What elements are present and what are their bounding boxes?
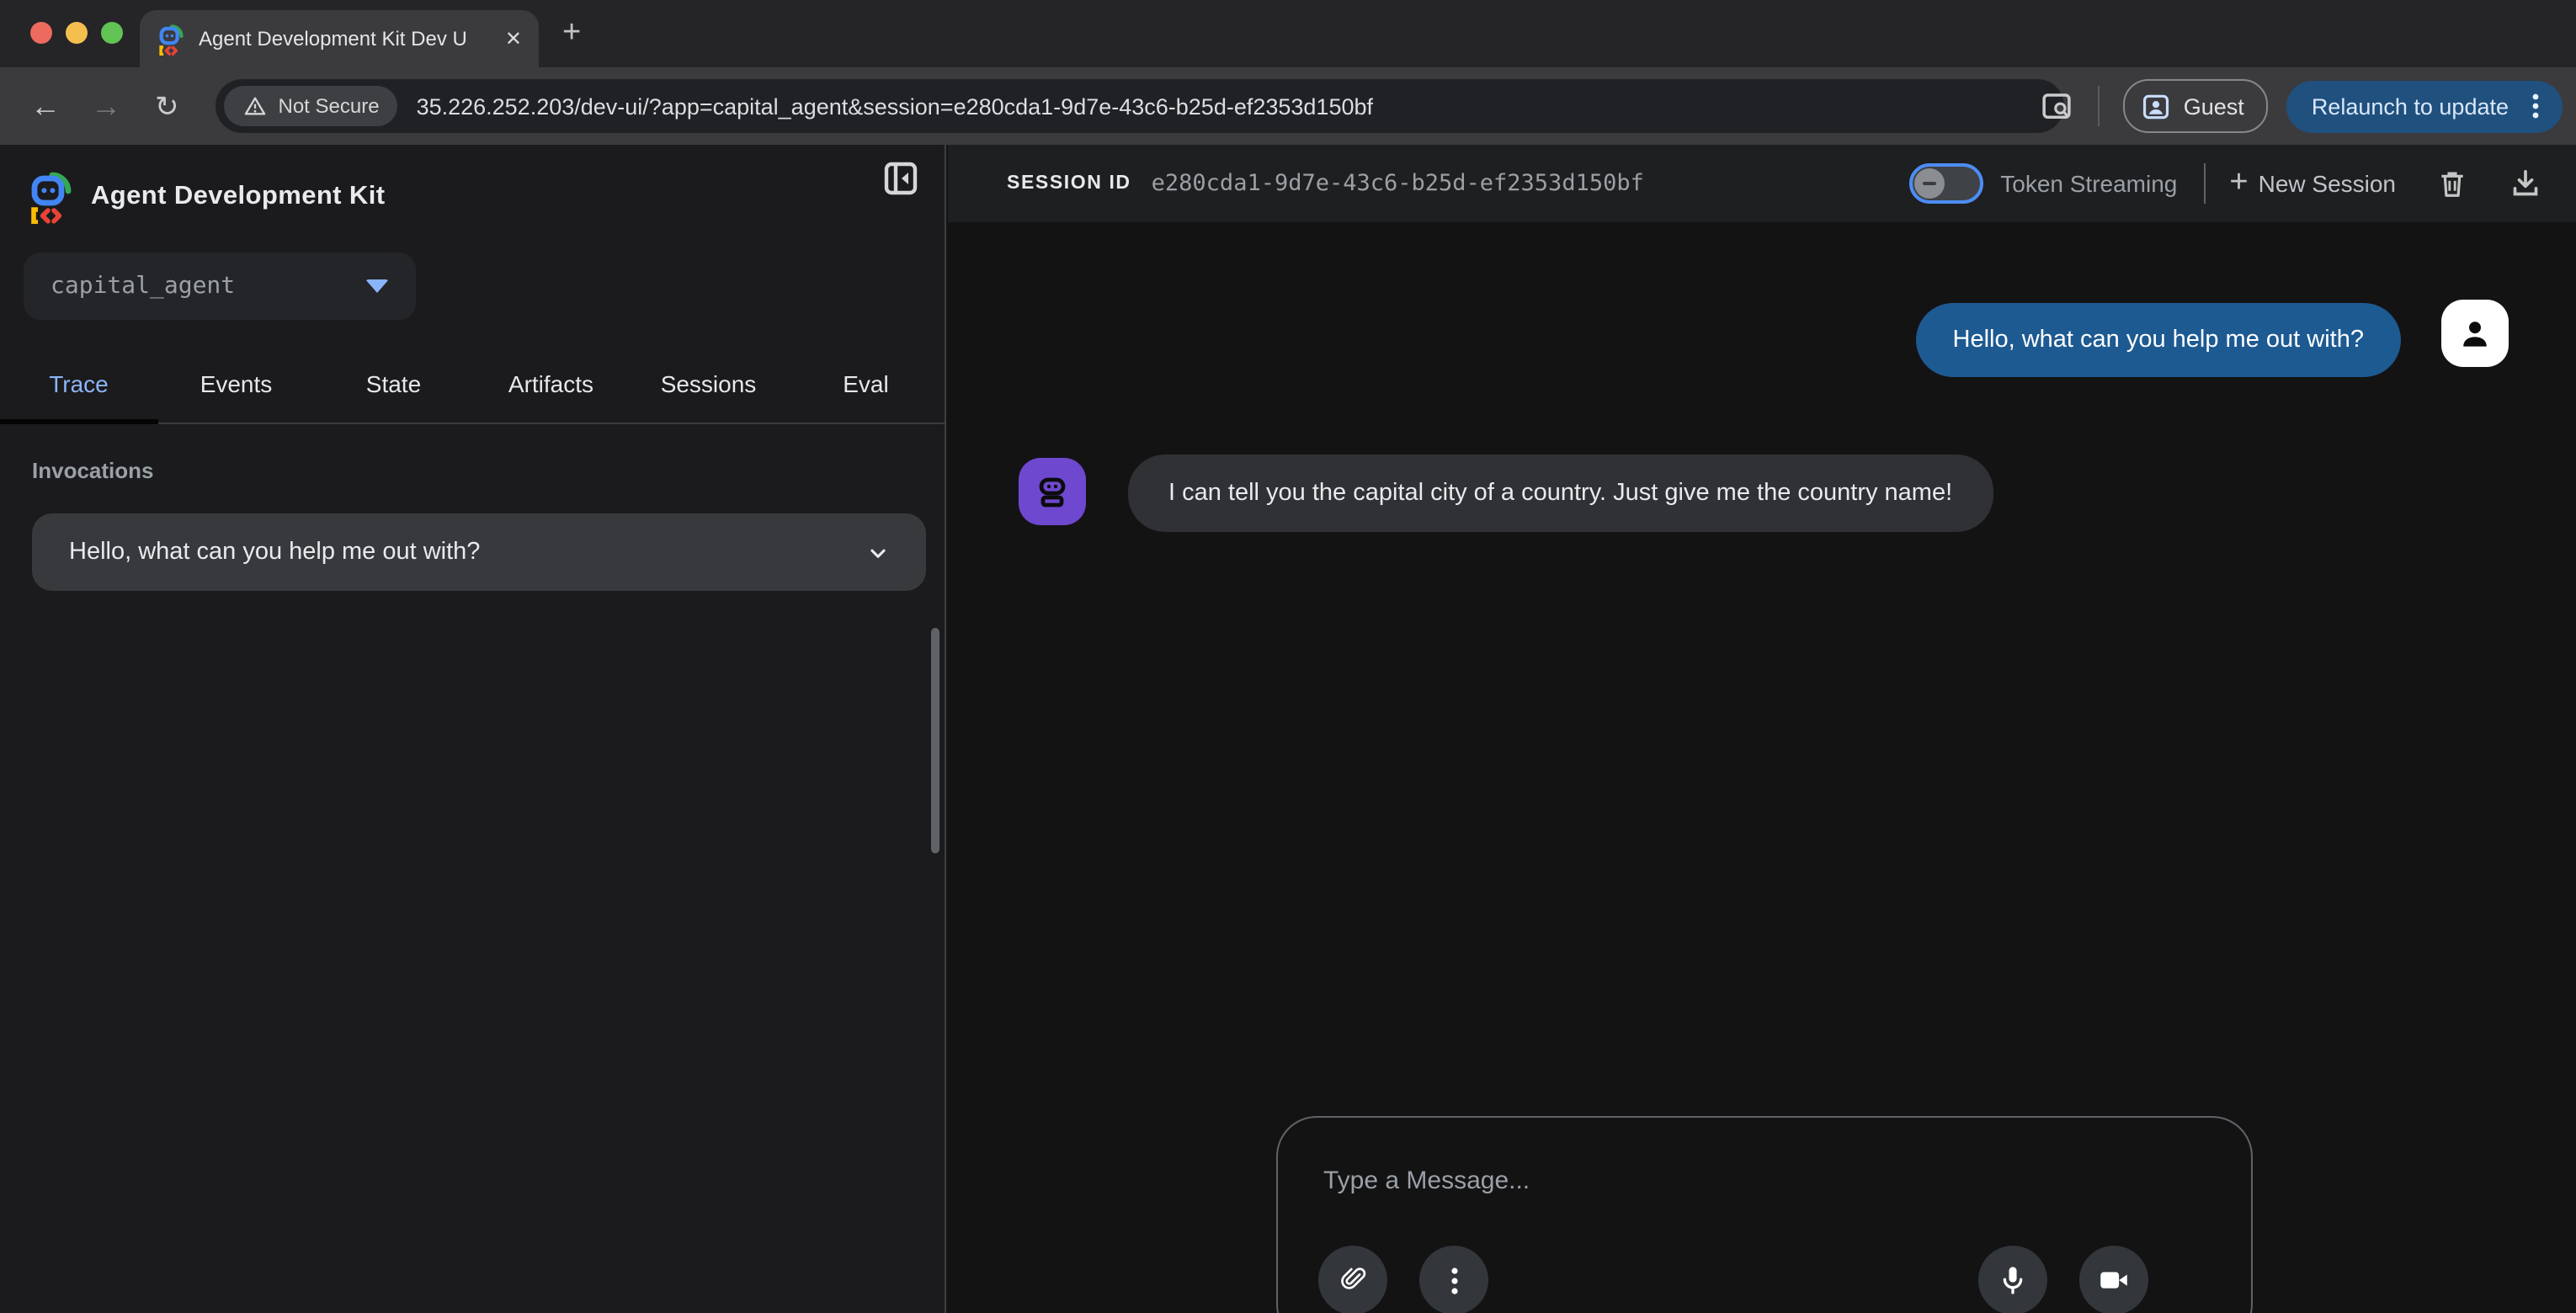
- invocation-expansion-panel[interactable]: Hello, what can you help me out with?: [32, 513, 926, 591]
- attach-file-button[interactable]: [1318, 1246, 1387, 1313]
- user-message-bubble: Hello, what can you help me out with?: [1916, 303, 2401, 377]
- tab-events[interactable]: Events: [157, 345, 315, 423]
- tab-strip: Agent Development Kit Dev U ✕ +: [0, 0, 2576, 67]
- new-session-button[interactable]: + New Session: [2229, 170, 2396, 197]
- adk-logo-icon: [27, 170, 74, 224]
- guest-avatar-icon: [2140, 90, 2172, 122]
- message-input[interactable]: Type a Message...: [1323, 1167, 1530, 1195]
- person-icon: [2456, 315, 2494, 352]
- minimize-window-button[interactable]: [66, 22, 88, 44]
- invocations-heading: Invocations: [32, 458, 154, 483]
- forward-icon[interactable]: →: [91, 91, 121, 121]
- url-text: 35.226.252.203/dev-ui/?app=capital_agent…: [417, 93, 1373, 119]
- toolbar-right: Guest Relaunch to update: [2039, 67, 2563, 145]
- message-composer[interactable]: Type a Message...: [1276, 1116, 2253, 1313]
- agent-select-dropdown[interactable]: capital_agent: [24, 252, 416, 320]
- session-header: SESSION ID e280cda1-9d7e-43c6-b25d-ef235…: [948, 145, 2576, 222]
- chat-pane: SESSION ID e280cda1-9d7e-43c6-b25d-ef235…: [948, 145, 2576, 1313]
- new-session-label: New Session: [2259, 170, 2396, 197]
- session-header-actions: Token Streaming + New Session: [1909, 163, 2542, 204]
- close-tab-icon[interactable]: ✕: [505, 27, 522, 50]
- plus-icon: +: [2229, 172, 2248, 195]
- robot-icon: [1032, 471, 1072, 512]
- mic-icon: [1995, 1262, 2030, 1298]
- browser-tab[interactable]: Agent Development Kit Dev U ✕: [140, 10, 539, 67]
- microphone-button[interactable]: [1978, 1246, 2047, 1313]
- videocam-icon: [2096, 1262, 2132, 1298]
- toolbar-divider: [2098, 86, 2100, 126]
- tab-sessions[interactable]: Sessions: [630, 345, 787, 423]
- video-call-button[interactable]: [2079, 1246, 2148, 1313]
- invocation-text: Hello, what can you help me out with?: [69, 539, 864, 566]
- tab-trace[interactable]: Trace: [0, 345, 157, 423]
- export-session-button[interactable]: [2509, 167, 2542, 200]
- sidebar-header: Agent Development Kit: [27, 163, 924, 231]
- user-message-row: Hello, what can you help me out with?: [1916, 300, 2509, 377]
- not-secure-chip[interactable]: Not Secure: [225, 86, 398, 126]
- close-window-button[interactable]: [30, 22, 52, 44]
- browser-toolbar: ← → ↻ Not Secure 35.226.252.203/dev-ui/?…: [0, 67, 2576, 145]
- side-panel-search-icon[interactable]: [2039, 88, 2074, 124]
- sidebar-scrollbar[interactable]: [931, 628, 939, 853]
- browser-menu-kebab-icon[interactable]: [2522, 91, 2549, 121]
- user-avatar: [2441, 300, 2509, 367]
- guest-profile-button[interactable]: Guest: [2123, 79, 2268, 133]
- toggle-thumb: [1914, 168, 1945, 199]
- more-options-button[interactable]: [1419, 1246, 1488, 1313]
- tab-eval[interactable]: Eval: [787, 345, 945, 423]
- reload-icon[interactable]: ↻: [155, 92, 179, 120]
- relaunch-label: Relaunch to update: [2312, 93, 2509, 119]
- sidebar: Agent Development Kit capital_agent Trac…: [0, 145, 946, 1313]
- adk-favicon-icon: [157, 23, 185, 55]
- fullscreen-window-button[interactable]: [101, 22, 123, 44]
- bot-avatar: [1019, 458, 1086, 525]
- guest-label: Guest: [2184, 93, 2244, 119]
- paperclip-icon: [1336, 1263, 1370, 1297]
- trash-icon: [2436, 167, 2468, 200]
- adk-dev-ui: Agent Development Kit capital_agent Trac…: [0, 145, 2576, 1313]
- collapse-sidebar-icon[interactable]: [881, 158, 921, 199]
- browser-window: Agent Development Kit Dev U ✕ + ← → ↻ No…: [0, 0, 2576, 1313]
- tab-artifacts[interactable]: Artifacts: [472, 345, 630, 423]
- not-secure-label: Not Secure: [279, 94, 380, 118]
- delete-session-button[interactable]: [2436, 167, 2468, 200]
- token-streaming-toggle[interactable]: [1909, 163, 1983, 204]
- relaunch-to-update-button[interactable]: Relaunch to update: [2286, 80, 2563, 132]
- bot-message-row: I can tell you the capital city of a cou…: [1019, 458, 1993, 532]
- download-icon: [2509, 167, 2542, 200]
- chevron-down-icon: [365, 279, 389, 293]
- warning-icon: [243, 94, 269, 118]
- token-streaming-label: Token Streaming: [2000, 170, 2177, 197]
- active-tab-indicator: [0, 419, 158, 424]
- back-icon[interactable]: ←: [30, 91, 61, 121]
- url-bar[interactable]: Not Secure 35.226.252.203/dev-ui/?app=ca…: [216, 79, 2065, 133]
- window-controls: [30, 22, 123, 44]
- bot-message-bubble: I can tell you the capital city of a cou…: [1128, 454, 1993, 532]
- kebab-menu-icon: [1439, 1263, 1469, 1297]
- header-divider: [2204, 163, 2206, 204]
- chat-messages: Hello, what can you help me out with?: [948, 222, 2576, 1313]
- new-tab-button[interactable]: +: [562, 13, 581, 54]
- app-title: Agent Development Kit: [91, 182, 385, 212]
- tab-state[interactable]: State: [315, 345, 472, 423]
- chevron-down-icon: [864, 538, 892, 566]
- tab-title: Agent Development Kit Dev U: [199, 27, 495, 50]
- session-id-label: SESSION ID: [1007, 173, 1131, 194]
- agent-select-value: capital_agent: [51, 273, 365, 300]
- sidebar-tabs: Trace Events State Artifacts Sessions Ev…: [0, 345, 945, 424]
- session-id-value: e280cda1-9d7e-43c6-b25d-ef2353d150bf: [1152, 170, 1644, 197]
